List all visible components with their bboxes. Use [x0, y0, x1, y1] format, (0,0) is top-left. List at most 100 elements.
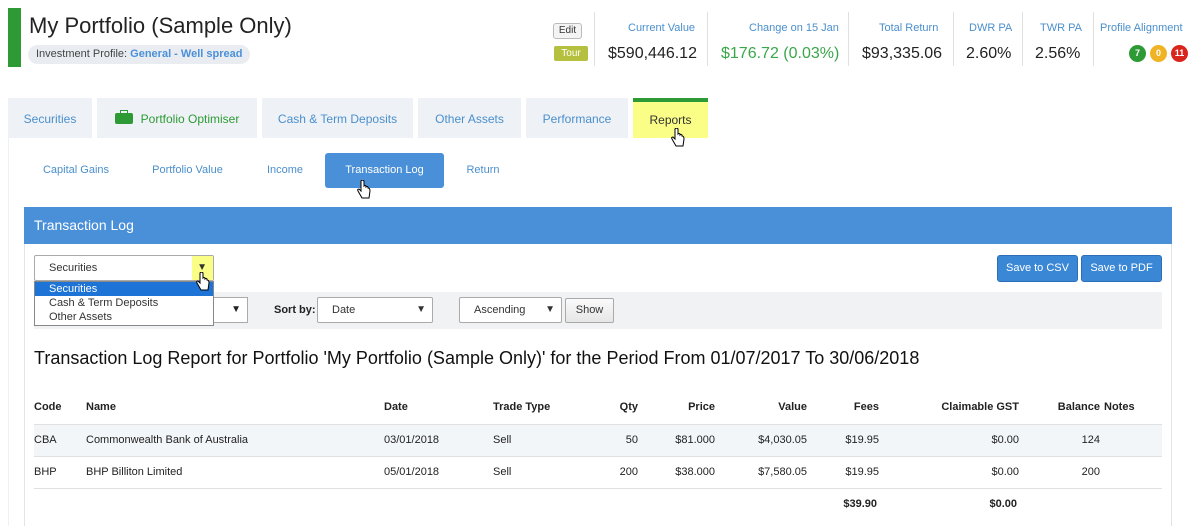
- asset-type-value: Securities: [49, 262, 98, 274]
- cell-name: Commonwealth Bank of Australia: [86, 434, 249, 446]
- period-select[interactable]: ▼: [214, 297, 248, 323]
- current-value-label: Current Value: [628, 22, 696, 34]
- total-return-label: Total Return: [879, 22, 939, 34]
- tab-cash-term-deposits[interactable]: Cash & Term Deposits: [262, 98, 413, 138]
- dwr-value: 2.60%: [966, 45, 1012, 62]
- alignment-red-badge[interactable]: 11: [1171, 45, 1188, 62]
- investment-profile-pill[interactable]: Investment Profile: General - Well sprea…: [28, 45, 251, 64]
- order-value: Ascending: [474, 304, 526, 316]
- col-header-price: Price: [688, 401, 715, 413]
- col-header-fees: Fees: [853, 401, 879, 413]
- toolbox-icon: [114, 110, 133, 124]
- twr-label: TWR PA: [1040, 22, 1082, 34]
- cell-value: $4,030.05: [758, 434, 807, 446]
- divider: [1022, 12, 1023, 66]
- report-title: Transaction Log Report for Portfolio 'My…: [34, 348, 920, 368]
- cell-claimable-gst: $0.00: [991, 434, 1019, 446]
- alignment-green-badge[interactable]: 7: [1129, 45, 1146, 62]
- tab-securities[interactable]: Securities: [8, 98, 92, 138]
- divider: [594, 12, 595, 66]
- save-to-csv-button[interactable]: Save to CSV: [997, 255, 1078, 282]
- col-header-notes: Notes: [1104, 401, 1135, 413]
- order-select[interactable]: Ascending ▼: [459, 297, 562, 323]
- cell-fees: $19.95: [845, 434, 879, 446]
- col-header-date: Date: [384, 401, 408, 413]
- hand-cursor-icon: [671, 128, 685, 147]
- subtab-portfolio-value[interactable]: Portfolio Value: [137, 153, 238, 188]
- cell-qty: 200: [619, 466, 638, 478]
- col-header-claimable-gst: Claimable GST: [941, 401, 1019, 413]
- show-button[interactable]: Show: [565, 298, 614, 323]
- col-header-name: Name: [86, 401, 116, 413]
- hand-cursor-icon: [357, 180, 371, 199]
- col-header-balance: Balance: [1057, 401, 1100, 413]
- total-return-value: $93,335.06: [862, 45, 943, 62]
- dropdown-option-other-assets[interactable]: Other Assets: [35, 310, 213, 324]
- asset-type-select[interactable]: Securities ▼: [34, 255, 214, 281]
- cell-balance: 124: [1081, 434, 1100, 446]
- tab-label: Other Assets: [435, 112, 504, 126]
- tab-label: Securities: [23, 112, 77, 126]
- asset-type-dropdown[interactable]: Securities Cash & Term Deposits Other As…: [34, 281, 214, 326]
- cell-code: CBA: [34, 434, 57, 446]
- tab-portfolio-optimiser[interactable]: Portfolio Optimiser: [97, 98, 257, 138]
- cell-price: $81.000: [675, 434, 715, 446]
- cell-qty: 50: [625, 434, 638, 446]
- change-value: $176.72 (0.03%): [721, 45, 840, 62]
- total-fees: $39.90: [843, 498, 877, 510]
- divider: [848, 12, 849, 66]
- subtab-capital-gains[interactable]: Capital Gains: [30, 153, 122, 188]
- cell-date: 03/01/2018: [384, 434, 440, 446]
- tab-label: Performance: [542, 112, 612, 126]
- subtab-return[interactable]: Return: [452, 153, 514, 188]
- chevron-down-icon: ▼: [231, 304, 241, 315]
- chevron-down-icon: ▼: [416, 304, 426, 315]
- sort-by-label: Sort by:: [274, 304, 316, 316]
- tour-button[interactable]: Tour: [554, 46, 588, 61]
- cell-value: $7,580.05: [758, 466, 807, 478]
- cell-balance: 200: [1081, 466, 1100, 478]
- cell-name: BHP Billiton Limited: [86, 466, 183, 478]
- col-header-trade-type: Trade Type: [493, 401, 551, 413]
- dropdown-option-cash-term-deposits[interactable]: Cash & Term Deposits: [35, 296, 213, 310]
- dwr-label: DWR PA: [969, 22, 1013, 34]
- divider: [1093, 12, 1094, 66]
- profile-value[interactable]: General - Well spread: [130, 48, 242, 60]
- save-to-pdf-button[interactable]: Save to PDF: [1081, 255, 1162, 282]
- cell-price: $38.000: [675, 466, 715, 478]
- tab-label: Portfolio Optimiser: [140, 112, 240, 126]
- dropdown-option-securities[interactable]: Securities: [35, 282, 213, 296]
- cell-trade-type: Sell: [493, 434, 512, 446]
- portfolio-color-bar: [8, 8, 21, 67]
- cell-claimable-gst: $0.00: [991, 466, 1019, 478]
- subtab-income[interactable]: Income: [254, 153, 316, 188]
- current-value: $590,446.12: [608, 45, 697, 62]
- tab-label: Cash & Term Deposits: [277, 112, 398, 126]
- divider: [707, 12, 708, 66]
- cell-code: BHP: [34, 466, 57, 478]
- edit-button[interactable]: Edit: [553, 23, 582, 39]
- portfolio-title: My Portfolio (Sample Only): [29, 13, 292, 38]
- change-label: Change on 15 Jan: [749, 22, 839, 34]
- section-header: Transaction Log: [24, 207, 1172, 244]
- cell-date: 05/01/2018: [384, 466, 440, 478]
- tab-label: Reports: [649, 113, 692, 127]
- tab-other-assets[interactable]: Other Assets: [418, 98, 521, 138]
- cell-trade-type: Sell: [493, 466, 512, 478]
- col-header-code: Code: [34, 401, 62, 413]
- sort-select[interactable]: Date ▼: [317, 297, 433, 323]
- col-header-value: Value: [778, 401, 807, 413]
- alignment-amber-badge[interactable]: 0: [1150, 45, 1167, 62]
- twr-value: 2.56%: [1035, 45, 1081, 62]
- tab-performance[interactable]: Performance: [526, 98, 628, 138]
- cell-fees: $19.95: [845, 466, 879, 478]
- chevron-down-icon: ▼: [545, 304, 555, 315]
- divider: [953, 12, 954, 66]
- profile-alignment-label: Profile Alignment: [1100, 22, 1183, 34]
- col-header-qty: Qty: [619, 401, 638, 413]
- subtab-transaction-log[interactable]: Transaction Log: [325, 153, 444, 188]
- sort-value: Date: [332, 304, 356, 316]
- total-claimable-gst: $0.00: [989, 498, 1017, 510]
- profile-label: Investment Profile:: [36, 48, 128, 60]
- hand-cursor-icon: [196, 272, 210, 291]
